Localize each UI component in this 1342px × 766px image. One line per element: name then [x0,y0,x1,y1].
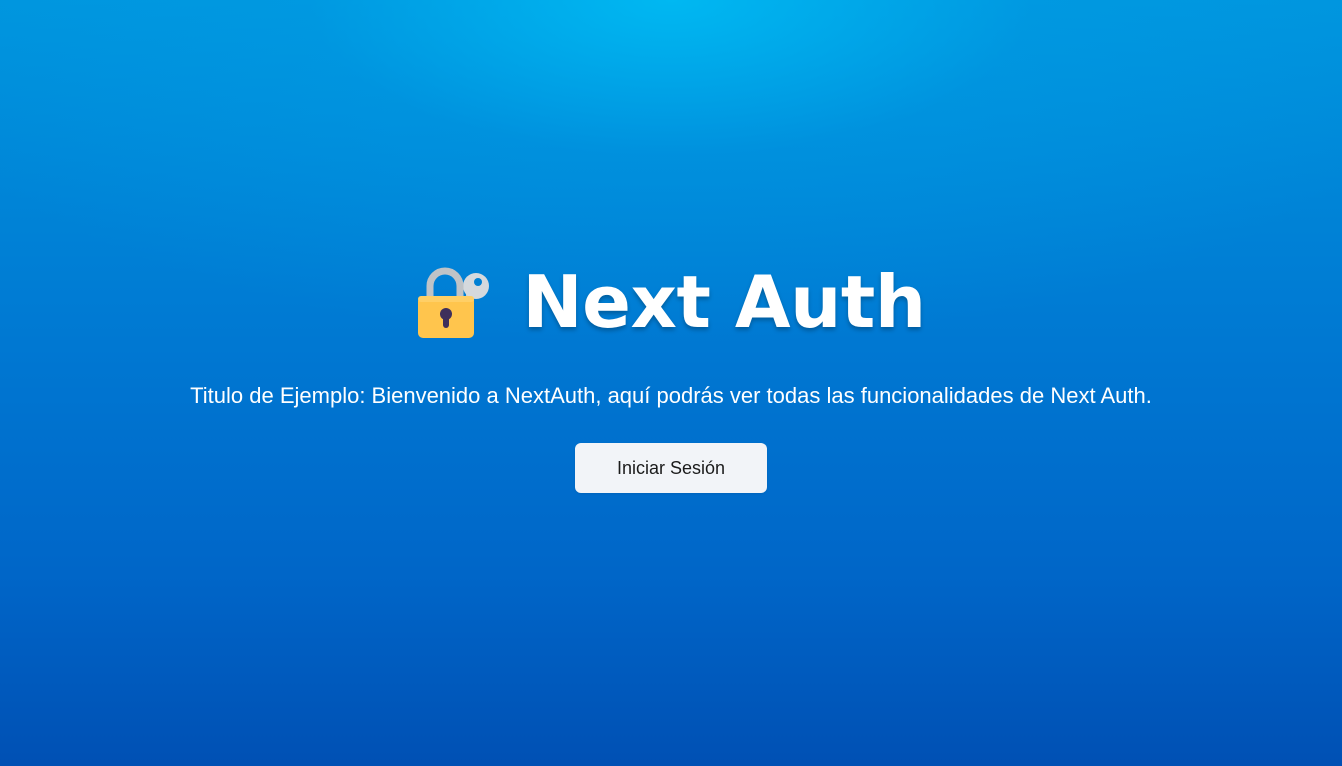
login-button[interactable]: Iniciar Sesión [575,443,767,493]
locked-with-key-icon [418,267,490,338]
welcome-subtitle: Titulo de Ejemplo: Bienvenido a NextAuth… [190,383,1152,408]
actions: Iniciar Sesión [0,443,1342,493]
hero-header: Next Auth [0,262,1342,342]
app-title: Next Auth [522,260,926,344]
landing-page: Next Auth Titulo de Ejemplo: Bienvenido … [0,0,1342,766]
